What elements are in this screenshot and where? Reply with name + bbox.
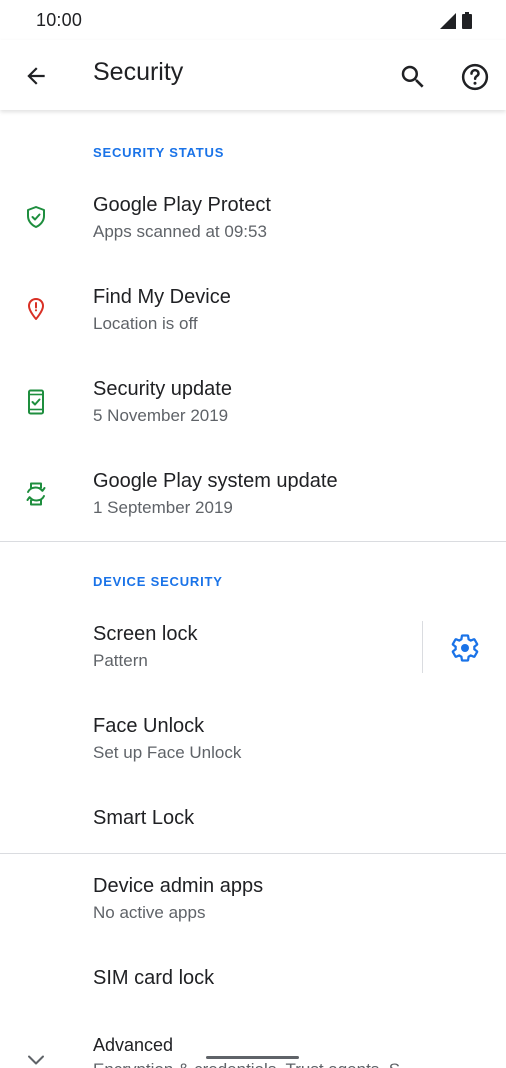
app-bar: Security: [0, 40, 506, 110]
row-google-play-protect[interactable]: Google Play Protect Apps scanned at 09:5…: [0, 172, 506, 264]
row-security-update[interactable]: Security update 5 November 2019: [0, 356, 506, 448]
search-icon: [401, 65, 424, 88]
row-sim-card-lock[interactable]: SIM card lock: [0, 945, 506, 1015]
row-find-my-device[interactable]: Find My Device Location is off: [0, 264, 506, 356]
section-header-device-security: DEVICE SECURITY: [93, 574, 223, 589]
row-title: Smart Lock: [93, 807, 195, 829]
row-subtitle: 5 November 2019: [93, 406, 229, 425]
search-button[interactable]: [398, 62, 428, 92]
row-face-unlock[interactable]: Face Unlock Set up Face Unlock: [0, 693, 506, 785]
status-icons: [440, 12, 472, 29]
row-subtitle: Location is off: [93, 314, 198, 333]
row-google-play-system-update[interactable]: Google Play system update 1 September 20…: [0, 448, 506, 540]
row-subtitle: No active apps: [93, 903, 206, 922]
status-time: 10:00: [36, 10, 83, 30]
row-device-admin-apps[interactable]: Device admin apps No active apps: [0, 853, 506, 945]
row-smart-lock[interactable]: Smart Lock: [0, 785, 506, 853]
row-title: Device admin apps: [93, 875, 264, 897]
help-icon: [461, 63, 489, 91]
signal-icon: [440, 13, 456, 29]
row-title: Face Unlock: [93, 715, 205, 737]
gear-icon: [451, 634, 479, 662]
row-subtitle: 1 September 2019: [93, 498, 233, 517]
row-title: SIM card lock: [93, 967, 215, 989]
screen-lock-settings-button[interactable]: [450, 633, 480, 663]
location-alert-icon: [23, 296, 49, 322]
battery-icon: [462, 12, 472, 29]
row-title: Google Play Protect: [93, 194, 271, 216]
phone-check-icon: [23, 389, 49, 415]
row-subtitle: Apps scanned at 09:53: [93, 222, 267, 241]
row-title: Find My Device: [93, 286, 231, 308]
chevron-down-icon: [23, 1047, 49, 1068]
row-title: Google Play system update: [93, 470, 338, 492]
screen-lock-divider: [422, 621, 423, 673]
row-screen-lock[interactable]: Screen lock Pattern: [0, 601, 506, 693]
help-button[interactable]: [460, 62, 490, 92]
arrow-back-icon: [27, 67, 45, 85]
row-subtitle: Pattern: [93, 651, 148, 670]
row-subtitle: Set up Face Unlock: [93, 743, 242, 762]
system-update-icon: [23, 481, 49, 507]
section-header-security-status: SECURITY STATUS: [93, 145, 225, 160]
row-title: Security update: [93, 378, 232, 400]
gesture-nav-handle[interactable]: [206, 1056, 299, 1059]
page-title: Security: [93, 58, 184, 86]
divider: [0, 541, 506, 542]
row-advanced[interactable]: Advanced Encryption & credentials, Trust…: [0, 1015, 506, 1068]
back-button[interactable]: [22, 62, 50, 90]
row-subtitle: Encryption & credentials, Trust agents, …: [93, 1060, 414, 1068]
status-bar: 10:00: [0, 0, 506, 40]
row-title: Screen lock: [93, 623, 198, 645]
shield-check-icon: [23, 204, 49, 230]
row-title: Advanced: [93, 1035, 174, 1055]
